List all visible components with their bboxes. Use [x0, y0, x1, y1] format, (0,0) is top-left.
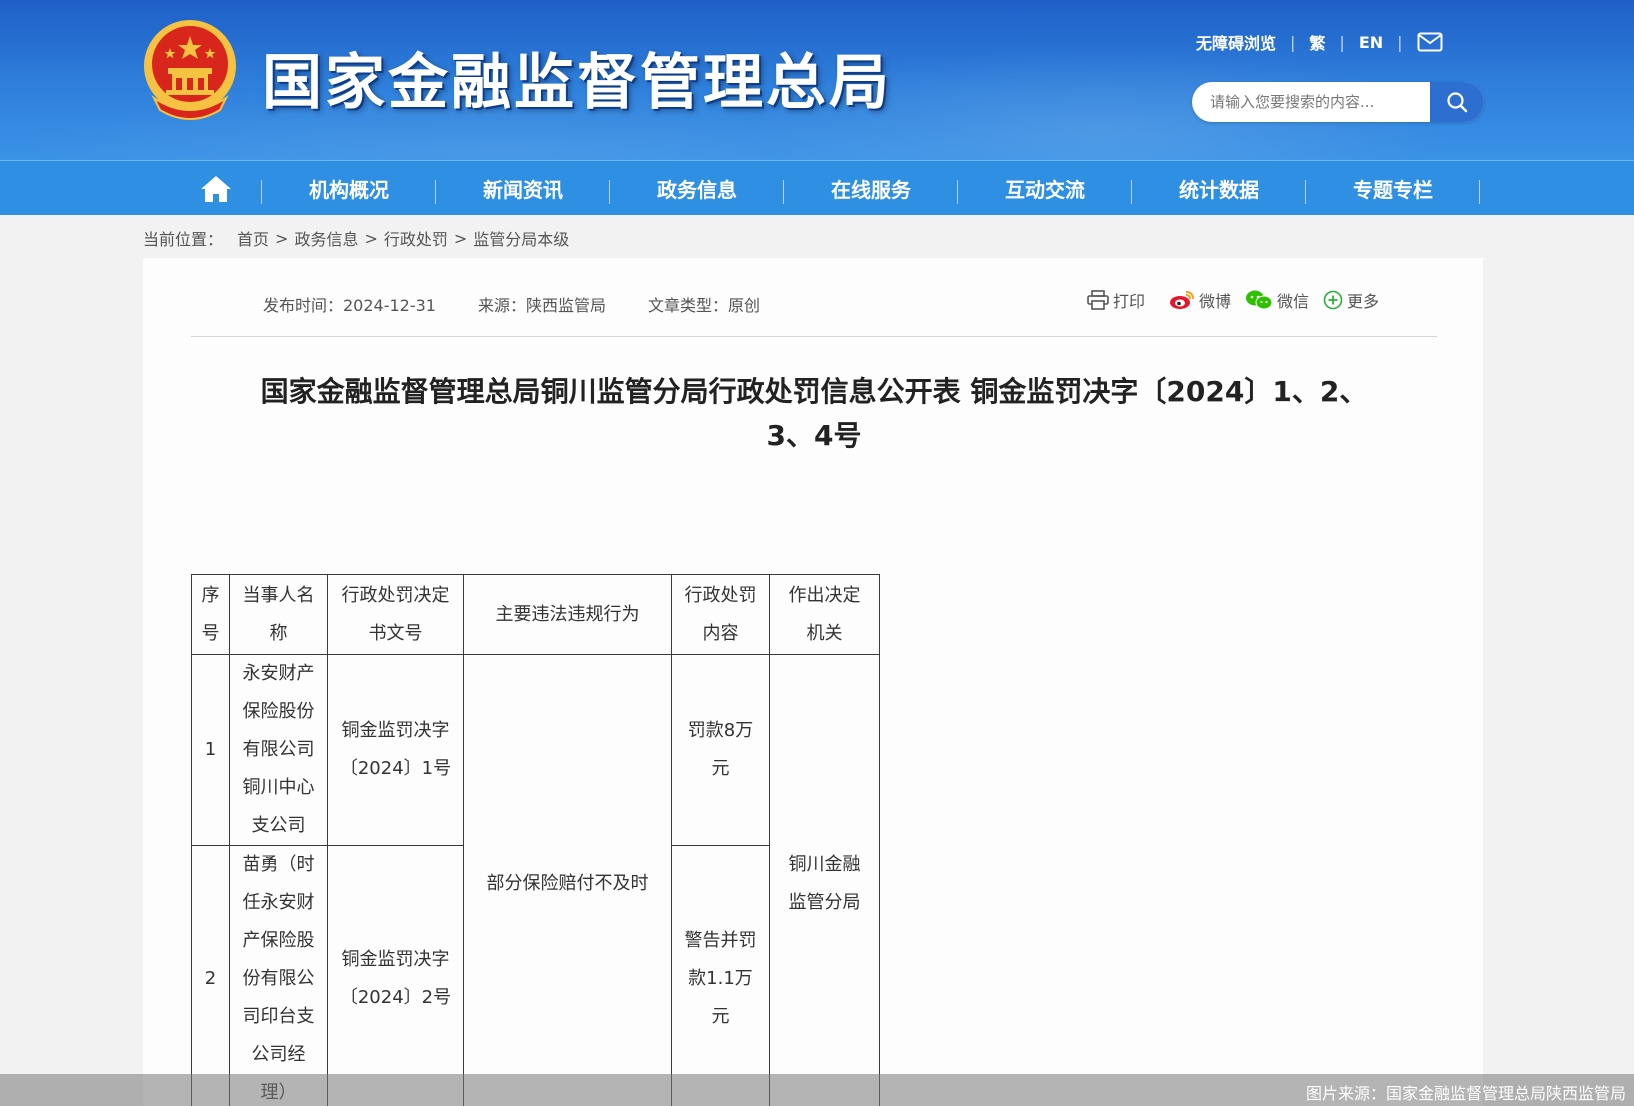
search-input[interactable] — [1192, 82, 1430, 122]
divider: | — [1339, 32, 1345, 52]
divider: | — [1397, 32, 1403, 52]
mail-icon[interactable] — [1417, 32, 1443, 52]
article-title: 国家金融监督管理总局铜川监管分局行政处罚信息公开表 铜金监罚决字〔2024〕1、… — [191, 370, 1437, 458]
weibo-icon — [1170, 291, 1195, 309]
accessibility-link[interactable]: 无障碍浏览 — [1196, 30, 1276, 54]
more-label: 更多 — [1347, 292, 1380, 311]
site-title[interactable]: 国家金融监督管理总局 — [262, 34, 892, 121]
cell-authority: 铜川金融监管分局 — [769, 654, 880, 1106]
article-source: 来源：陕西监管局 — [478, 296, 607, 315]
article-title-line2: 3、4号 — [766, 419, 862, 452]
breadcrumb-item-penalty[interactable]: 行政处罚 — [384, 226, 448, 250]
publish-time: 发布时间：2024-12-31 — [263, 296, 436, 315]
breadcrumb-item-branch[interactable]: 监管分局本级 — [473, 226, 569, 250]
print-button[interactable]: 打印 — [1087, 288, 1145, 312]
nav-item-special-topics[interactable]: 专题专栏 — [1306, 161, 1480, 216]
article-card: 发布时间：2024-12-31 来源：陕西监管局 文章类型：原创 打印 微博 微… — [143, 258, 1483, 1106]
weibo-label: 微博 — [1199, 292, 1232, 311]
cell-party: 苗勇（时任永安财产保险股份有限公司印台支公司经理） — [229, 845, 328, 1106]
cell-no: 2 — [191, 845, 230, 1106]
print-label: 打印 — [1113, 292, 1146, 311]
site-header: 国家金融监督管理总局 无障碍浏览 | 繁 | EN | — [0, 0, 1634, 160]
nav-item-government-info[interactable]: 政务信息 — [610, 161, 784, 216]
cell-violation: 部分保险赔付不及时 — [463, 654, 672, 1106]
printer-icon — [1087, 290, 1109, 310]
article-title-line1: 国家金融监督管理总局铜川监管分局行政处罚信息公开表 铜金监罚决字〔2024〕1、… — [260, 375, 1368, 408]
cell-penalty: 警告并罚款1.1万元 — [671, 845, 770, 1106]
cell-doc-no: 铜金监罚决字〔2024〕1号 — [327, 654, 464, 846]
cell-doc-no: 铜金监罚决字〔2024〕2号 — [327, 845, 464, 1106]
nav-item-online-service[interactable]: 在线服务 — [784, 161, 958, 216]
breadcrumb-separator: > — [453, 228, 468, 248]
article-type: 文章类型：原创 — [648, 296, 761, 315]
breadcrumb-item-government-info[interactable]: 政务信息 — [294, 226, 358, 250]
breadcrumb: 当前位置： 首页 > 政务信息 > 行政处罚 > 监管分局本级 — [143, 226, 569, 250]
image-credit-bar: 图片来源：国家金融监督管理总局陕西监管局 — [0, 1074, 1634, 1106]
wechat-share-button[interactable]: 微信 — [1245, 288, 1309, 312]
breadcrumb-separator: > — [275, 228, 289, 248]
traditional-chinese-link[interactable]: 繁 — [1309, 30, 1325, 54]
cell-party: 永安财产保险股份有限公司铜川中心支公司 — [229, 654, 328, 846]
penalty-table: 序号 当事人名称 行政处罚决定书文号 主要违法违规行为 行政处罚内容 作出决定机… — [191, 574, 880, 1106]
search-box — [1192, 82, 1484, 122]
table-header-row: 序号 当事人名称 行政处罚决定书文号 主要违法违规行为 行政处罚内容 作出决定机… — [191, 574, 880, 655]
search-icon — [1447, 92, 1468, 113]
meta-divider — [191, 336, 1437, 337]
english-link[interactable]: EN — [1359, 33, 1383, 52]
table-row: 1 永安财产保险股份有限公司铜川中心支公司 铜金监罚决字〔2024〕1号 部分保… — [191, 654, 880, 1106]
header-doc-no: 行政处罚决定书文号 — [327, 574, 464, 655]
breadcrumb-item-home[interactable]: 首页 — [237, 226, 269, 250]
main-nav: 机构概况 新闻资讯 政务信息 在线服务 互动交流 统计数据 专题专栏 — [0, 160, 1634, 215]
header-violation: 主要违法违规行为 — [463, 574, 672, 655]
header-penalty: 行政处罚内容 — [671, 574, 770, 655]
header-no: 序号 — [191, 574, 230, 655]
cell-no: 1 — [191, 654, 230, 846]
home-icon — [201, 175, 231, 202]
image-credit: 图片来源：国家金融监督管理总局陕西监管局 — [1305, 1084, 1626, 1103]
search-button[interactable] — [1430, 82, 1484, 122]
nav-home[interactable] — [170, 161, 262, 216]
wechat-label: 微信 — [1277, 292, 1310, 311]
more-share-button[interactable]: 更多 — [1323, 288, 1379, 312]
nav-item-institution[interactable]: 机构概况 — [262, 161, 436, 216]
header-authority: 作出决定机关 — [769, 574, 880, 655]
share-bar: 打印 微博 微信 更多 — [1087, 288, 1393, 312]
nav-item-news[interactable]: 新闻资讯 — [436, 161, 610, 216]
breadcrumb-label: 当前位置： — [143, 230, 224, 249]
breadcrumb-separator: > — [364, 228, 378, 248]
plus-circle-icon — [1323, 290, 1343, 310]
divider: | — [1290, 32, 1296, 52]
nav-item-interaction[interactable]: 互动交流 — [958, 161, 1132, 216]
header-party: 当事人名称 — [229, 574, 328, 655]
cell-penalty: 罚款8万元 — [671, 654, 770, 846]
top-links: 无障碍浏览 | 繁 | EN | — [1196, 30, 1443, 54]
national-emblem-icon[interactable] — [140, 18, 240, 122]
wechat-icon — [1246, 290, 1273, 310]
article-meta: 发布时间：2024-12-31 来源：陕西监管局 文章类型：原创 — [263, 292, 802, 316]
weibo-share-button[interactable]: 微博 — [1169, 288, 1231, 312]
nav-item-statistics[interactable]: 统计数据 — [1132, 161, 1306, 216]
